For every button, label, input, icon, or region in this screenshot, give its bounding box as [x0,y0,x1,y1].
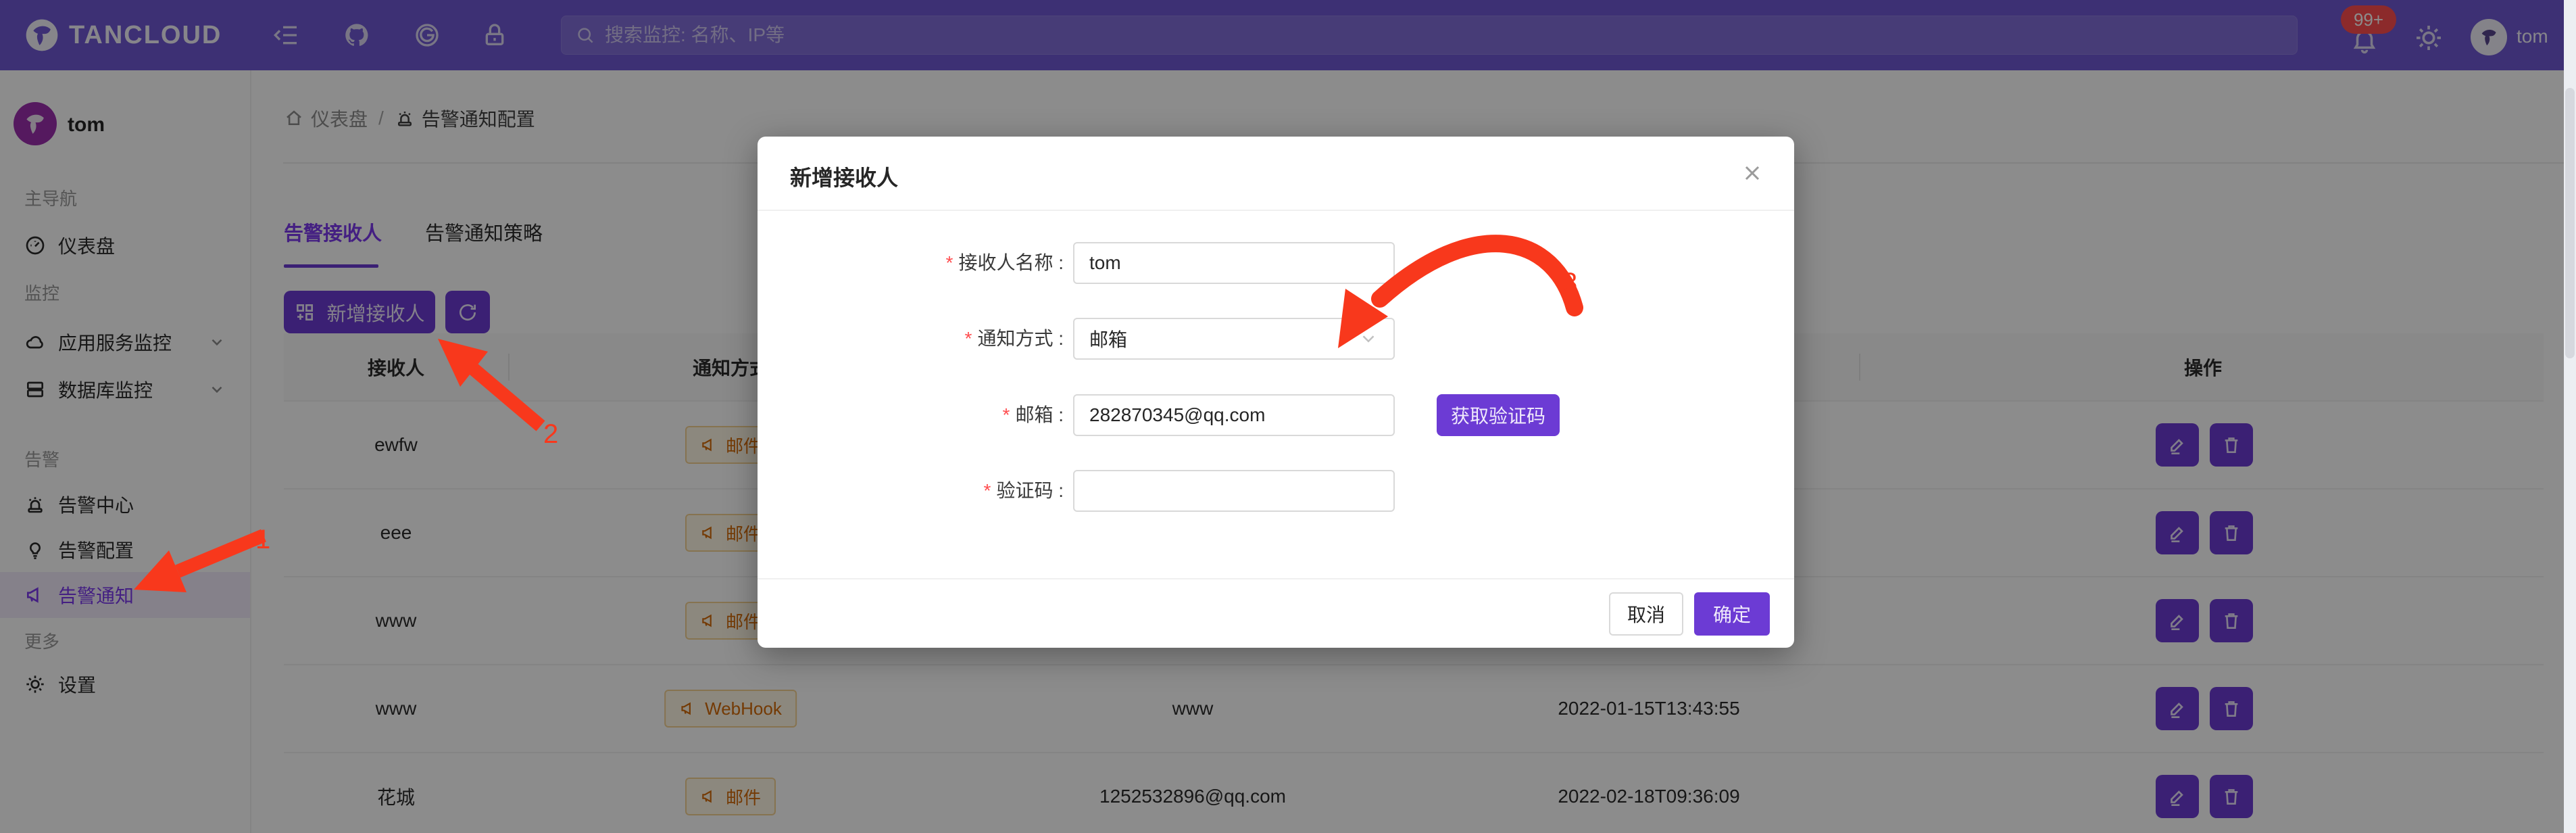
form-row-email: *邮箱 : 获取验证码 [758,394,1794,436]
name-label: *接收人名称 : [758,242,1064,284]
method-label: *通知方式 : [758,318,1064,360]
email-input[interactable] [1073,394,1395,436]
form-row-code: *验证码 : [758,470,1794,512]
cancel-button[interactable]: 取消 [1609,592,1683,636]
notify-method-select[interactable]: 邮箱 [1073,318,1395,360]
select-chevron-icon [1358,329,1379,349]
receiver-name-input[interactable] [1073,242,1395,284]
modal-footer-divider [758,578,1794,579]
modal-header-divider [758,210,1794,211]
get-code-button[interactable]: 获取验证码 [1437,394,1560,436]
verify-code-input[interactable] [1073,470,1395,512]
email-label: *邮箱 : [758,394,1064,436]
app-root: TANCLOUD 99+ tom [0,0,2576,833]
add-receiver-modal: 新增接收人 *接收人名称 : *通知方式 : 邮箱 *邮箱 : 获取验证码 *验… [758,137,1794,648]
form-row-name: *接收人名称 : [758,242,1794,284]
modal-title: 新增接收人 [790,161,898,192]
close-icon[interactable] [1740,161,1764,185]
vertical-scrollbar[interactable] [2564,0,2576,833]
select-value: 邮箱 [1089,325,1127,352]
scrollbar-thumb[interactable] [2565,88,2575,358]
code-label: *验证码 : [758,470,1064,512]
confirm-button[interactable]: 确定 [1694,592,1770,636]
form-row-method: *通知方式 : 邮箱 [758,318,1794,360]
